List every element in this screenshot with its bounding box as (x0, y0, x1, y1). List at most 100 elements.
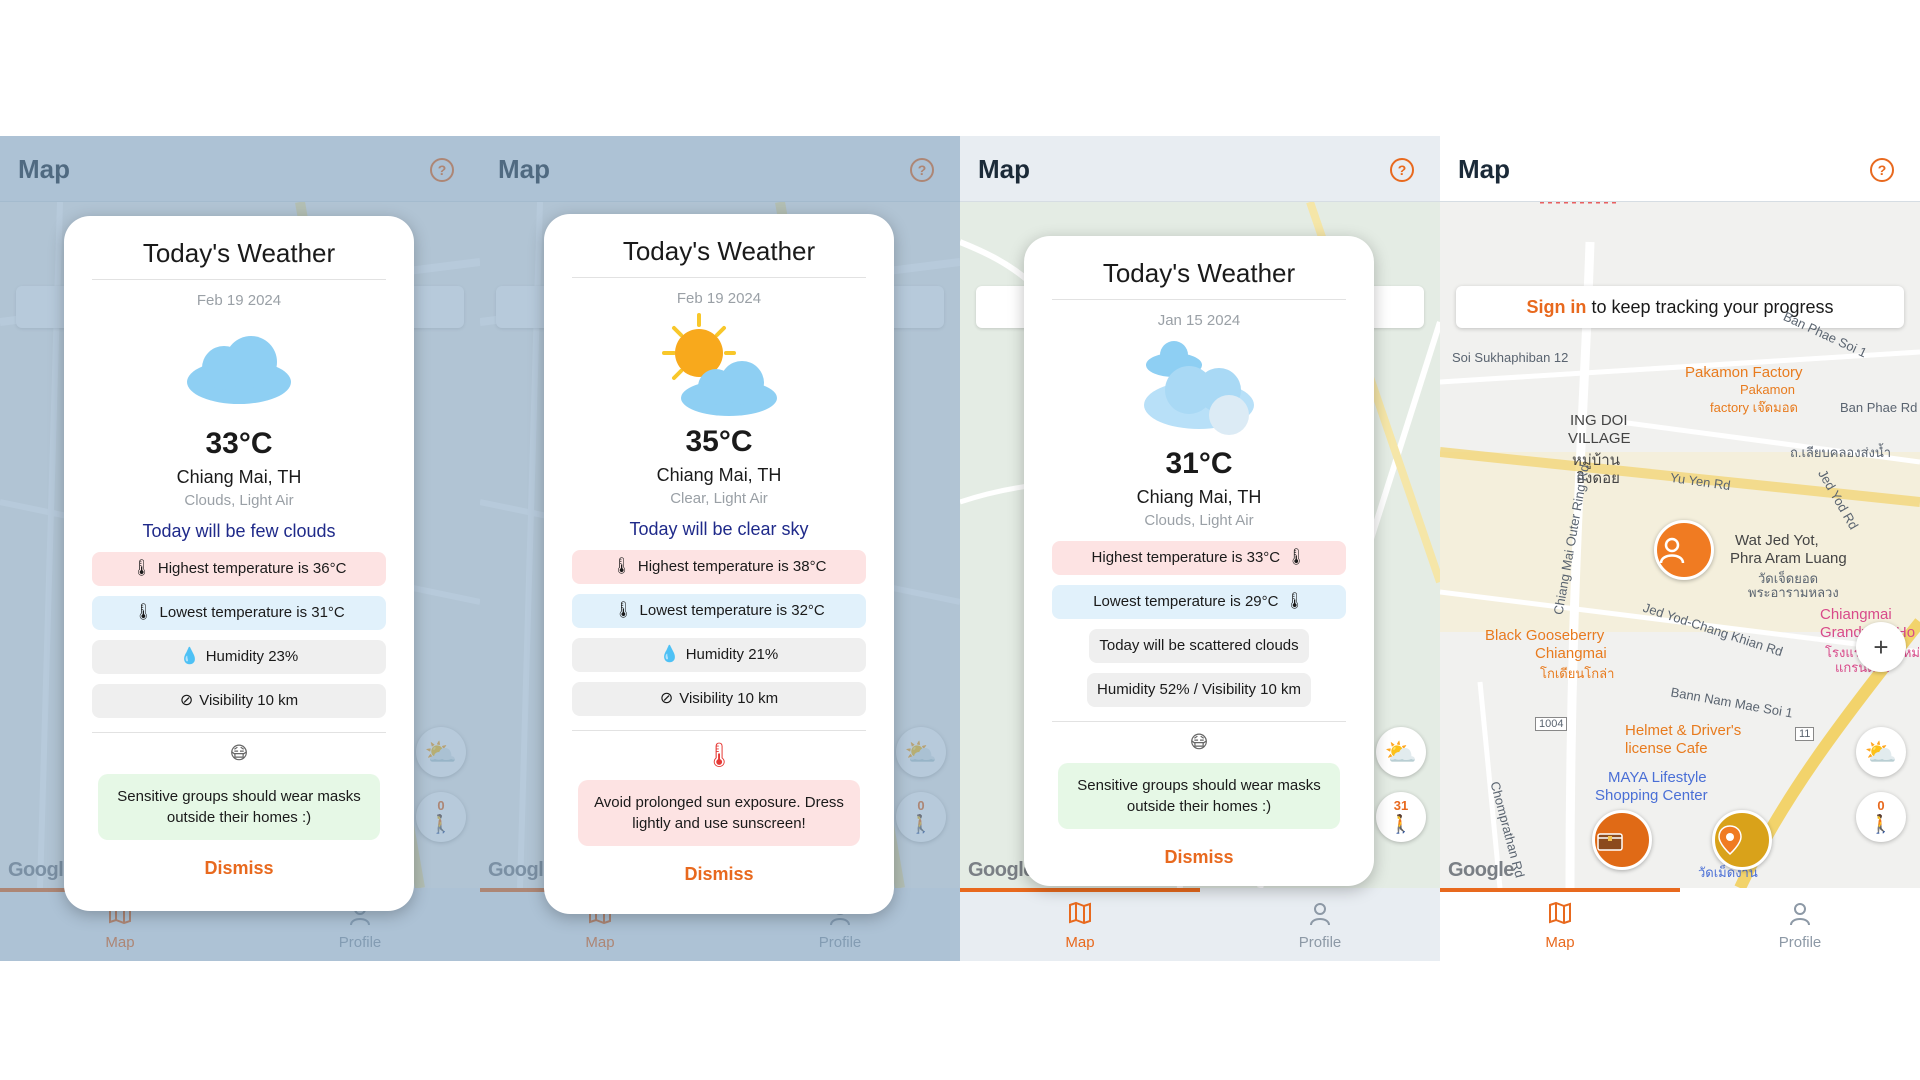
forecast-text: Today will be clear sky (629, 519, 809, 539)
signin-link[interactable]: Sign in (1526, 297, 1586, 317)
visibility-text: Visibility 10 km (679, 690, 779, 707)
steps-fab[interactable]: 0 🚶 (1856, 792, 1906, 842)
forecast-pill: Today will be scattered clouds (1089, 629, 1309, 663)
partly-cloudy-icon: ⛅ (1384, 737, 1418, 767)
google-logo: Google (1448, 859, 1514, 881)
advice-box: Avoid prolonged sun exposure. Dress ligh… (578, 780, 860, 846)
question-circle-icon[interactable]: ? (1390, 158, 1414, 182)
walk-icon: 🚶 (1389, 814, 1413, 834)
droplet-icon: 💧 (659, 646, 680, 663)
tab-profile-label: Profile (1778, 934, 1822, 951)
poi-label-th: Pakamon (1740, 382, 1795, 397)
page-title: Map (978, 154, 1030, 184)
tab-map[interactable]: Map (1440, 901, 1680, 951)
divider (1052, 721, 1346, 722)
user-location-pin[interactable] (1654, 520, 1714, 580)
dismiss-button[interactable]: Dismiss (544, 864, 894, 885)
poi-chiangmai-grandview[interactable]: Chiangmai (1820, 606, 1892, 623)
question-circle-icon[interactable]: ? (1870, 158, 1894, 182)
divider (572, 277, 866, 278)
location-badge-pin[interactable] (1712, 810, 1772, 870)
high-temp-text: Highest temperature is 36°C (157, 560, 347, 577)
high-temp-pill: 🌡 Highest temperature is 36°C (92, 552, 386, 586)
area-label: ING DOI (1570, 412, 1628, 429)
screen-3: Map ? Google ⛅ 31 🚶 Map Profile Today's … (960, 136, 1440, 961)
visibility-pill: ⊘ Visibility 10 km (92, 684, 386, 718)
screen-1: Map ? Google ⛅ 0 🚶 Map Profile (0, 136, 480, 961)
mask-icon: 😷 (1189, 732, 1209, 752)
high-temp-pill: Highest temperature is 33°C 🌡 (1052, 541, 1346, 575)
weather-date: Feb 19 2024 (196, 292, 282, 309)
visibility-off-icon: ⊘ (179, 692, 194, 709)
page-title: Map (1458, 154, 1510, 184)
poi-helmet-drivers[interactable]: Helmet & Driver's (1625, 722, 1741, 739)
dialog-title: Today's Weather (142, 238, 336, 268)
steps-fab[interactable]: 31 🚶 (1376, 792, 1426, 842)
thermometer-icon: 🌡 (133, 604, 154, 621)
zoom-in-button[interactable]: + (1856, 622, 1906, 672)
dismiss-button[interactable]: Dismiss (1024, 847, 1374, 868)
profile-icon (1680, 902, 1920, 930)
high-temp-text: Highest temperature is 33°C (1091, 549, 1281, 566)
poi-gooseberry-chiangmai[interactable]: Chiangmai (1535, 645, 1607, 662)
humidity-pill: 💧 Humidity 23% (92, 640, 386, 674)
thermometer-icon: 🌡 (1284, 593, 1305, 610)
poi-label: Wat Jed Yot, (1735, 532, 1819, 549)
low-temp-text: Lowest temperature is 29°C (1093, 593, 1279, 610)
city-name: Chiang Mai, TH (656, 465, 782, 485)
poi-pakamon-factory[interactable]: Pakamon Factory (1685, 364, 1803, 381)
conditions: Clouds, Light Air (1144, 512, 1254, 529)
conditions: Clear, Light Air (670, 490, 768, 507)
sun-cloud-icon (544, 313, 894, 423)
active-tab-indicator (960, 888, 1200, 892)
temperature: 33°C (205, 427, 273, 460)
low-temp-pill: 🌡 Lowest temperature is 32°C (572, 594, 866, 628)
weather-dialog: Today's Weather Feb 19 2024 35°C Chiang … (544, 214, 894, 914)
active-tab-indicator (1440, 888, 1680, 892)
scattered-clouds-icon (1024, 335, 1374, 445)
treasure-chest-pin[interactable] (1592, 810, 1652, 870)
poi-black-gooseberry[interactable]: Black Gooseberry (1485, 627, 1604, 644)
steps-count: 31 (1393, 798, 1409, 813)
weather-fab[interactable]: ⛅ (1376, 727, 1426, 777)
poi-license-cafe[interactable]: license Cafe (1625, 740, 1708, 757)
map-view[interactable]: Sign in to keep tracking your progress S… (1440, 202, 1920, 888)
humidity-text: Humidity 21% (685, 646, 779, 663)
tab-profile[interactable]: Profile (1680, 902, 1920, 951)
weather-date: Jan 15 2024 (1157, 312, 1241, 329)
street-label: Ban Phae Rd (1840, 400, 1918, 415)
poi-label-th: factory เจ๊ดมอด (1710, 400, 1798, 415)
thermometer-icon: 🌡 (131, 560, 152, 577)
bottom-nav: Map Profile (960, 888, 1440, 961)
city-name: Chiang Mai, TH (1136, 487, 1262, 507)
dismiss-button[interactable]: Dismiss (64, 858, 414, 879)
temperature: 35°C (685, 425, 753, 458)
steps-count: 0 (1877, 798, 1885, 813)
weather-fab[interactable]: ⛅ (1856, 727, 1906, 777)
weather-dialog: Today's Weather Jan 15 2024 31°C Chiang … (1024, 236, 1374, 886)
signin-banner[interactable]: Sign in to keep tracking your progress (1456, 286, 1904, 328)
visibility-off-icon: ⊘ (659, 690, 674, 707)
tab-map-label: Map (1065, 934, 1095, 951)
street-label: ถ.เลียบคลองส่งน้ำ (1790, 445, 1892, 460)
visibility-text: Visibility 10 km (199, 692, 299, 709)
weather-date: Feb 19 2024 (676, 290, 762, 307)
poi-label-th: พระอารามหลวง (1748, 585, 1839, 600)
tab-profile-label: Profile (1298, 934, 1342, 951)
poi-maya-shopping[interactable]: Shopping Center (1595, 787, 1708, 804)
humidity-text: Humidity 23% (205, 648, 299, 665)
area-label: VILLAGE (1568, 430, 1631, 447)
poi-maya-lifestyle[interactable]: MAYA Lifestyle (1608, 769, 1707, 786)
thermometer-icon: 🌡 (611, 558, 632, 575)
tab-map[interactable]: Map (960, 901, 1200, 951)
thermometer-icon: 🌡 (1286, 549, 1307, 566)
high-temp-text: Highest temperature is 38°C (637, 558, 827, 575)
road-number: 11 (1795, 727, 1815, 741)
bottom-nav: Map Profile (1440, 888, 1920, 961)
low-temp-text: Lowest temperature is 31°C (159, 604, 345, 621)
app-bar: Map ? (960, 136, 1440, 202)
tab-profile[interactable]: Profile (1200, 902, 1440, 951)
divider (1052, 299, 1346, 300)
map-icon (1440, 901, 1680, 930)
humidity-visibility-pill: Humidity 52% / Visibility 10 km (1087, 673, 1311, 707)
